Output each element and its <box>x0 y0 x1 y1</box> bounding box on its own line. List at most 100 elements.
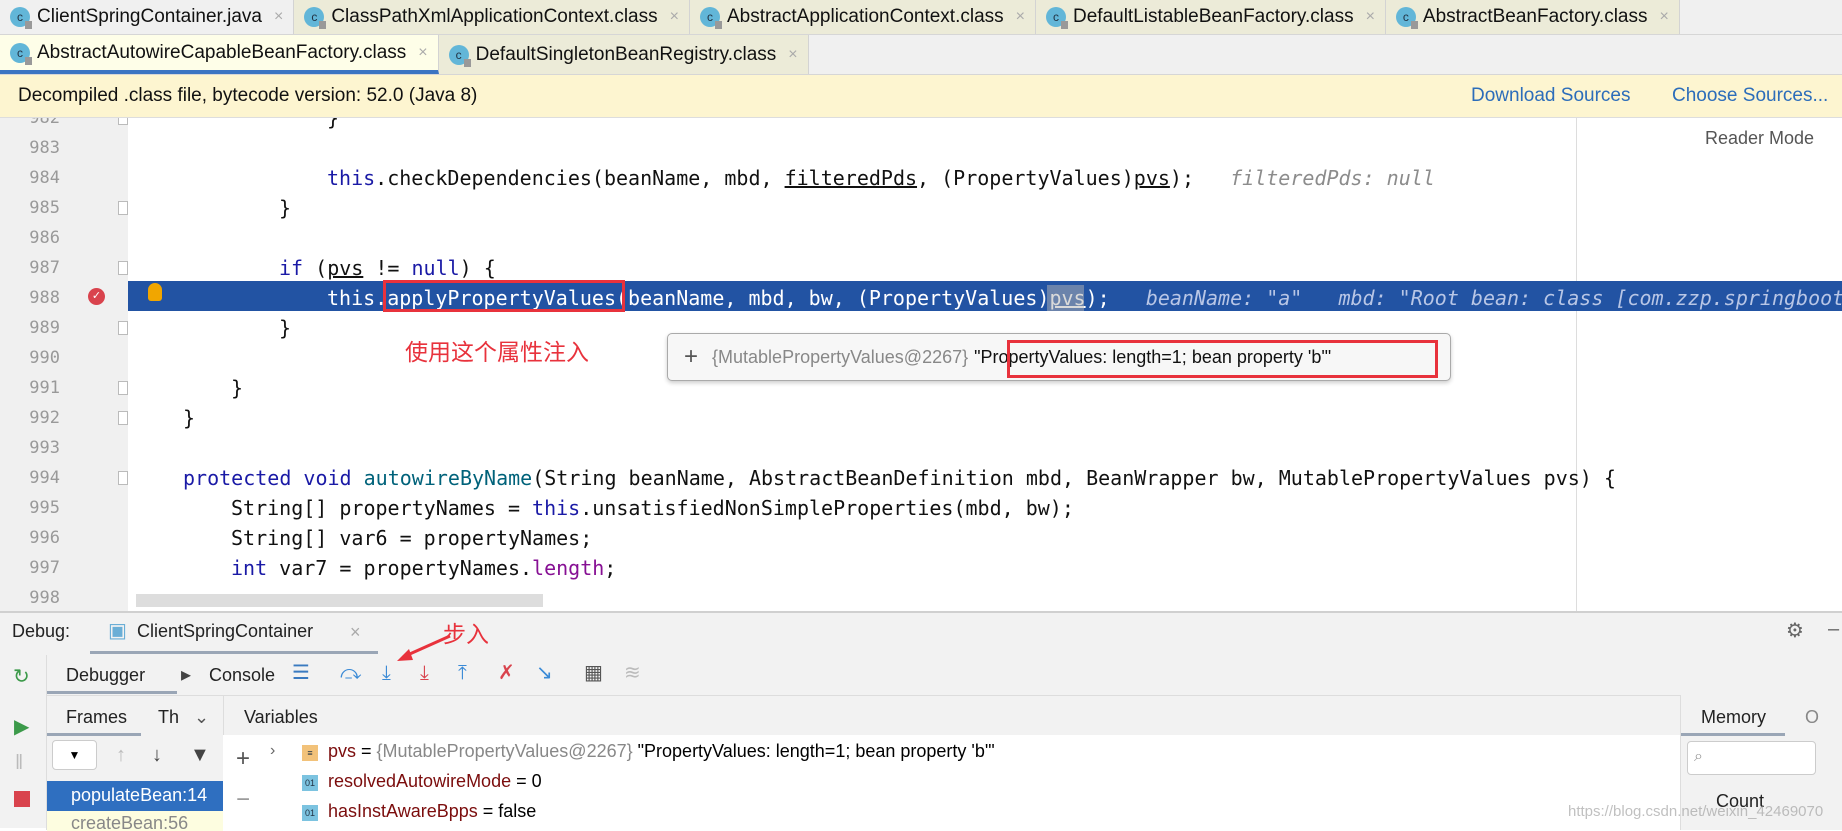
close-tab-icon[interactable]: × <box>670 8 679 26</box>
resume-icon[interactable]: ▶ <box>14 717 29 737</box>
session-tab[interactable]: ClientSpringContainer <box>137 621 313 642</box>
close-tab-icon[interactable]: × <box>1660 8 1669 26</box>
evaluate-expression-icon[interactable]: ▦ <box>584 663 603 683</box>
run-to-cursor-icon[interactable]: ↘ <box>536 663 553 683</box>
frame-item-selected[interactable]: populateBean:14 <box>47 781 223 811</box>
fold-marker-icon[interactable] <box>118 118 128 125</box>
class-icon: c <box>699 7 722 29</box>
class-icon: c <box>1046 7 1068 29</box>
fold-marker-icon[interactable] <box>118 201 128 215</box>
equals: = <box>511 771 532 791</box>
breakpoint-icon[interactable]: ✓ <box>88 288 105 305</box>
code-token: (String beanName, AbstractBeanDefinition… <box>532 466 1616 490</box>
code-token: } <box>279 316 292 340</box>
memory-search-input[interactable]: ⌕ <box>1687 741 1816 775</box>
download-sources-link[interactable]: Download Sources <box>1471 85 1630 107</box>
line-number: 988 <box>29 288 60 308</box>
fold-marker-icon[interactable] <box>118 471 128 485</box>
trace-icon[interactable]: ≋ <box>624 663 641 683</box>
step-over-icon[interactable]: ⤼ <box>340 663 361 683</box>
close-tab-icon[interactable]: × <box>418 44 427 62</box>
editor-tab[interactable]: c DefaultSingletonBeanRegistry.class × <box>438 35 809 74</box>
fold-marker-icon[interactable] <box>118 261 128 275</box>
rerun-icon[interactable]: ↻ <box>13 667 30 687</box>
editor-tab[interactable]: c AbstractBeanFactory.class × <box>1385 0 1680 34</box>
editor-tab[interactable]: c AbstractApplicationContext.class × <box>689 0 1036 34</box>
step-into-icon[interactable]: ⤓ <box>382 663 391 683</box>
code-line: this.checkDependencies(beanName, mbd, fi… <box>327 163 1435 193</box>
session-tab-underline <box>90 651 378 654</box>
minimize-icon[interactable]: – <box>1828 619 1839 639</box>
horizontal-scrollbar[interactable] <box>136 594 543 607</box>
code-line: } <box>279 313 291 343</box>
show-execution-point-icon[interactable]: ☰ <box>292 663 310 683</box>
close-tab-icon[interactable]: × <box>788 46 797 64</box>
threads-tab[interactable]: Th <box>158 707 179 728</box>
tab-debugger[interactable]: Debugger <box>66 665 145 686</box>
divider <box>47 695 1842 696</box>
code-token: this <box>532 496 581 520</box>
code-token: filteredPds <box>784 166 918 190</box>
chevron-down-icon[interactable]: ⌄ <box>194 707 209 728</box>
close-tab-icon[interactable]: × <box>1366 8 1375 26</box>
frames-tab[interactable]: Frames <box>66 707 127 728</box>
line-number: 986 <box>29 228 60 248</box>
primitive-icon: 01 <box>302 775 318 791</box>
fold-marker-icon[interactable] <box>118 321 128 335</box>
line-number: 991 <box>29 378 60 398</box>
code-token: String[] var6 = propertyNames; <box>231 526 593 550</box>
drop-frame-icon[interactable]: ✗ <box>498 663 515 683</box>
expand-chevron-icon[interactable]: › <box>270 743 275 759</box>
line-number: 982 <box>29 118 60 128</box>
code-token: ); <box>1085 286 1146 310</box>
code-line: } <box>183 403 195 433</box>
thread-selector[interactable]: ▼ <box>52 740 97 770</box>
code-token: if <box>279 256 304 280</box>
tab-row-2: c AbstractAutowireCapableBeanFactory.clas… <box>0 35 1842 75</box>
code-line: String[] var6 = propertyNames; <box>231 523 592 553</box>
arrow-up-icon[interactable]: ↑ <box>116 745 126 765</box>
tab-console[interactable]: Console <box>209 665 275 686</box>
code-token: ) { <box>459 256 496 280</box>
memory-tab[interactable]: Memory <box>1701 707 1766 728</box>
frames-tab-underline <box>47 733 141 736</box>
overhead-tab[interactable]: O <box>1805 707 1819 728</box>
field-list-icon: ≡ <box>302 745 318 761</box>
close-session-icon[interactable]: × <box>350 622 361 643</box>
pause-icon[interactable]: ‖ <box>15 753 23 773</box>
fold-marker-icon[interactable] <box>118 381 128 395</box>
stop-icon[interactable] <box>14 791 30 807</box>
editor-tab[interactable]: c ClientSpringContainer.java × <box>0 0 295 34</box>
settings-gear-icon[interactable]: ⚙ <box>1786 621 1804 641</box>
close-tab-icon[interactable]: × <box>1016 8 1025 26</box>
annotation-arrow-icon <box>397 634 451 661</box>
editor-tab[interactable]: c DefaultListableBeanFactory.class × <box>1036 0 1386 34</box>
add-watch-icon[interactable]: + <box>236 747 250 771</box>
expand-icon[interactable]: + <box>684 343 698 371</box>
line-number: 998 <box>29 588 60 608</box>
annotation-inject: 使用这个属性注入 <box>405 339 589 365</box>
close-tab-icon[interactable]: × <box>274 8 283 26</box>
variable-row[interactable]: hasInstAwareBpps = false <box>328 801 536 822</box>
force-step-into-icon[interactable]: ⤓ <box>420 663 429 683</box>
class-icon: c <box>10 42 32 65</box>
line-number: 992 <box>29 408 60 428</box>
fold-marker-icon[interactable] <box>118 411 128 425</box>
variable-row[interactable]: pvs = {MutablePropertyValues@2267} "Prop… <box>328 741 995 762</box>
tab-label: AbstractApplicationContext.class <box>726 6 1004 27</box>
choose-sources-link[interactable]: Choose Sources... <box>1672 85 1828 107</box>
reader-mode-button[interactable]: Reader Mode <box>1705 128 1814 149</box>
arrow-down-icon[interactable]: ↓ <box>152 745 162 765</box>
remove-watch-icon[interactable]: − <box>236 788 250 812</box>
intention-bulb-icon[interactable] <box>148 283 162 301</box>
editor-tab[interactable]: c AbstractAutowireCapableBeanFactory.clas… <box>0 35 439 74</box>
step-out-icon[interactable]: ⤒ <box>458 663 467 683</box>
code-line: } <box>231 373 243 403</box>
filter-icon[interactable]: ▼ <box>190 745 210 765</box>
code-line: } <box>327 118 339 133</box>
code-token: filteredPds: null <box>1230 166 1435 190</box>
editor-tab[interactable]: c ClassPathXmlApplicationContext.class × <box>294 0 690 34</box>
frame-item[interactable]: createBean:56 <box>47 811 223 831</box>
code-token: String[] propertyNames = <box>231 496 533 520</box>
variable-row[interactable]: resolvedAutowireMode = 0 <box>328 771 542 792</box>
